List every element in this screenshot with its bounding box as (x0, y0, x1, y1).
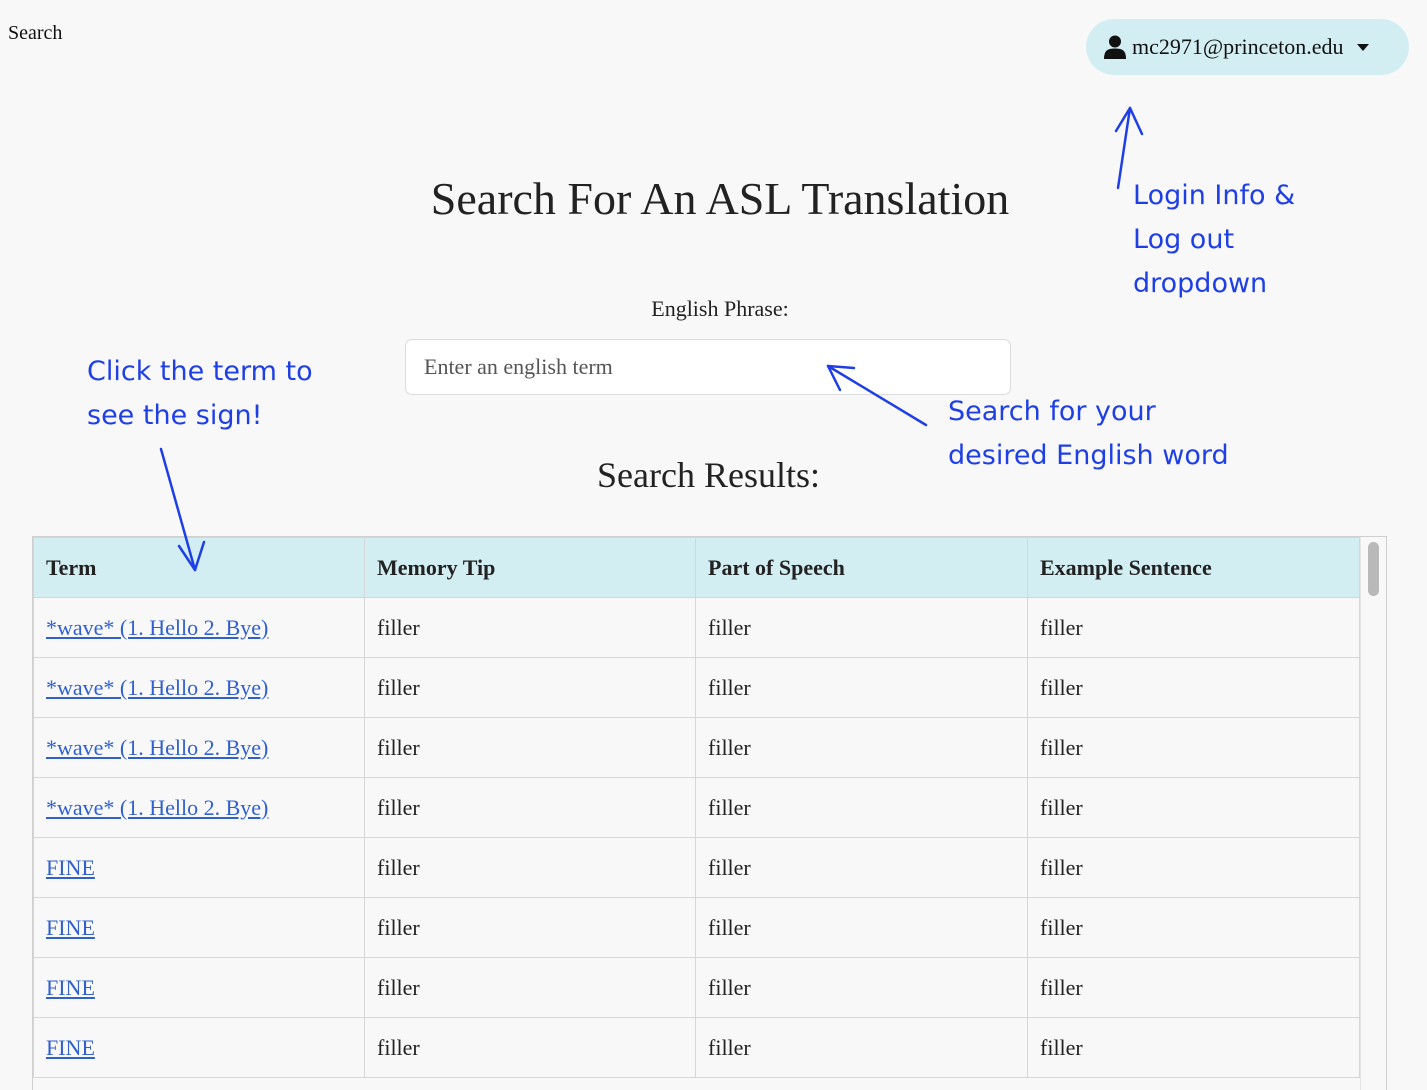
memory-tip-cell: filler (364, 657, 696, 718)
part-of-speech-cell: filler (695, 897, 1028, 958)
memory-tip-cell: filler (364, 777, 696, 838)
term-link[interactable]: FINE (46, 1035, 95, 1060)
search-input[interactable] (405, 339, 1011, 395)
part-of-speech-cell: filler (695, 777, 1028, 838)
term-link[interactable]: *wave* (1. Hello 2. Bye) (46, 735, 268, 760)
table-row: *wave* (1. Hello 2. Bye) filler filler f… (33, 777, 1360, 838)
example-sentence-cell: filler (1027, 777, 1360, 838)
results-table: Term Memory Tip Part of Speech Example S… (33, 537, 1360, 1078)
example-sentence-cell: filler (1027, 597, 1360, 658)
column-header-term: Term (33, 537, 365, 598)
annotation-click-term: Click the term to see the sign! (87, 356, 313, 431)
part-of-speech-cell: filler (695, 1017, 1028, 1078)
user-email: mc2971@princeton.edu (1132, 34, 1344, 59)
annotation-search-word: Search for your desired English word (948, 396, 1229, 471)
results-table-container: Term Memory Tip Part of Speech Example S… (32, 536, 1387, 1090)
term-link[interactable]: *wave* (1. Hello 2. Bye) (46, 675, 268, 700)
term-cell: FINE (33, 957, 365, 1018)
example-sentence-cell: filler (1027, 1017, 1360, 1078)
column-header-part-of-speech: Part of Speech (695, 537, 1028, 598)
example-sentence-cell: filler (1027, 837, 1360, 898)
table-row: FINE filler filler filler (33, 837, 1360, 898)
table-row: FINE filler filler filler (33, 897, 1360, 958)
example-sentence-cell: filler (1027, 717, 1360, 778)
part-of-speech-cell: filler (695, 837, 1028, 898)
term-link[interactable]: FINE (46, 855, 95, 880)
memory-tip-cell: filler (364, 957, 696, 1018)
memory-tip-cell: filler (364, 597, 696, 658)
column-header-memory-tip: Memory Tip (364, 537, 696, 598)
caret-down-icon (1357, 43, 1370, 51)
table-scrollbar[interactable] (1360, 537, 1386, 1090)
memory-tip-cell: filler (364, 717, 696, 778)
term-cell: *wave* (1. Hello 2. Bye) (33, 597, 365, 658)
term-link[interactable]: FINE (46, 915, 95, 940)
scrollbar-thumb[interactable] (1368, 542, 1379, 596)
term-cell: FINE (33, 1017, 365, 1078)
term-link[interactable]: *wave* (1. Hello 2. Bye) (46, 795, 268, 820)
user-dropdown-button[interactable]: mc2971@princeton.edu (1086, 19, 1409, 75)
part-of-speech-cell: filler (695, 957, 1028, 1018)
term-cell: FINE (33, 837, 365, 898)
term-cell: *wave* (1. Hello 2. Bye) (33, 657, 365, 718)
memory-tip-cell: filler (364, 897, 696, 958)
term-link[interactable]: *wave* (1. Hello 2. Bye) (46, 615, 268, 640)
part-of-speech-cell: filler (695, 657, 1028, 718)
table-row: *wave* (1. Hello 2. Bye) filler filler f… (33, 657, 1360, 718)
table-row: FINE filler filler filler (33, 957, 1360, 1018)
person-icon (1104, 35, 1126, 59)
nav-search-label[interactable]: Search (8, 22, 62, 45)
memory-tip-cell: filler (364, 1017, 696, 1078)
memory-tip-cell: filler (364, 837, 696, 898)
table-row: FINE filler filler filler (33, 1017, 1360, 1078)
table-header-row: Term Memory Tip Part of Speech Example S… (33, 537, 1360, 598)
term-cell: *wave* (1. Hello 2. Bye) (33, 777, 365, 838)
example-sentence-cell: filler (1027, 657, 1360, 718)
term-link[interactable]: FINE (46, 975, 95, 1000)
part-of-speech-cell: filler (695, 597, 1028, 658)
term-cell: FINE (33, 897, 365, 958)
annotation-login-info: Login Info & Log out dropdown (1133, 180, 1296, 299)
term-cell: *wave* (1. Hello 2. Bye) (33, 717, 365, 778)
table-row: *wave* (1. Hello 2. Bye) filler filler f… (33, 597, 1360, 658)
example-sentence-cell: filler (1027, 897, 1360, 958)
example-sentence-cell: filler (1027, 957, 1360, 1018)
table-row: *wave* (1. Hello 2. Bye) filler filler f… (33, 717, 1360, 778)
part-of-speech-cell: filler (695, 717, 1028, 778)
column-header-example-sentence: Example Sentence (1027, 537, 1360, 598)
